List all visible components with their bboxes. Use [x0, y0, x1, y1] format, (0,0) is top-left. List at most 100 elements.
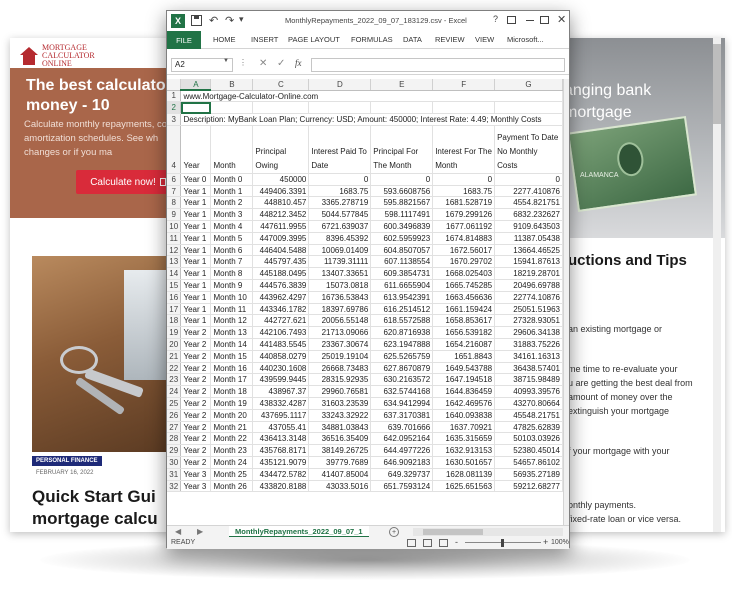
table-cell[interactable]: Year 1 — [180, 314, 212, 328]
table-cell[interactable]: Month 17 — [210, 373, 254, 387]
table-cell[interactable]: Month 12 — [210, 314, 254, 328]
table-cell[interactable]: Month 6 — [210, 244, 254, 257]
table-cell[interactable]: Month 18 — [210, 385, 254, 399]
insert-function-icon[interactable]: fx — [295, 58, 302, 68]
table-cell[interactable]: Year 2 — [180, 350, 212, 363]
table-cell[interactable]: 1647.194518 — [432, 373, 496, 387]
table-cell[interactable]: 50103.03926 — [494, 432, 563, 446]
table-cell[interactable]: 1674.814883 — [432, 232, 496, 245]
table-cell[interactable]: 1651.8843 — [432, 350, 496, 363]
table-cell[interactable]: Year 1 — [180, 244, 212, 257]
page-layout-view-icon[interactable] — [423, 539, 432, 547]
table-cell[interactable]: 440858.0279 — [252, 350, 310, 363]
table-cell[interactable]: 31883.75226 — [494, 338, 563, 351]
table-cell[interactable]: 1665.745285 — [432, 279, 496, 292]
formula-input[interactable] — [311, 58, 565, 72]
table-cell[interactable]: Year 1 — [180, 208, 212, 222]
table-cell[interactable]: 56935.27189 — [494, 468, 563, 481]
table-cell[interactable]: 1644.836459 — [432, 385, 496, 399]
row-header[interactable]: 23 — [167, 373, 182, 387]
table-cell[interactable]: 642.0952164 — [370, 432, 434, 446]
table-cell[interactable]: 9109.643503 — [494, 220, 563, 233]
table-cell[interactable]: Year 2 — [180, 421, 212, 434]
row-header[interactable]: 4 — [167, 125, 182, 174]
table-cell[interactable]: 6832.232627 — [494, 208, 563, 222]
table-cell[interactable]: 39779.7689 — [308, 456, 372, 469]
table-cell[interactable]: 34161.16313 — [494, 350, 563, 363]
row-header[interactable]: 27 — [167, 421, 182, 434]
row-header[interactable]: 24 — [167, 385, 182, 399]
table-cell[interactable]: 47825.62839 — [494, 421, 563, 434]
table-cell[interactable]: 0 — [308, 173, 372, 186]
row-header[interactable]: 17 — [167, 303, 182, 316]
table-cell[interactable]: Year 1 — [180, 196, 212, 210]
table-cell[interactable]: 1649.543788 — [432, 362, 496, 375]
row-header[interactable]: 11 — [167, 232, 182, 245]
table-cell[interactable]: 4554.821751 — [494, 196, 563, 210]
description-cell[interactable]: Description: MyBank Loan Plan; Currency:… — [180, 113, 563, 126]
row-header[interactable]: 19 — [167, 326, 182, 340]
table-cell[interactable]: 445797.435 — [252, 255, 310, 269]
table-cell[interactable]: Month 26 — [210, 480, 254, 493]
table-cell[interactable]: 450000 — [252, 173, 310, 186]
table-cell[interactable]: 13407.33651 — [308, 267, 372, 281]
table-cell[interactable]: 3365.278719 — [308, 196, 372, 210]
table-cell[interactable]: 59212.68277 — [494, 480, 563, 493]
table-cell[interactable]: Year 2 — [180, 432, 212, 446]
add-sheet-icon[interactable]: + — [389, 527, 399, 537]
table-cell[interactable]: 443962.4297 — [252, 291, 310, 304]
tab-view[interactable]: VIEW — [475, 35, 494, 44]
table-cell[interactable]: Month 0 — [210, 173, 254, 186]
table-cell[interactable]: 1640.093838 — [432, 409, 496, 422]
table-cell[interactable]: 15073.0818 — [308, 279, 372, 292]
table-cell[interactable]: Month 24 — [210, 456, 254, 469]
help-button[interactable]: ? — [493, 14, 498, 24]
table-cell[interactable]: 25019.19104 — [308, 350, 372, 363]
table-cell[interactable]: 26668.73483 — [308, 362, 372, 375]
account-name[interactable]: Microsoft... — [507, 35, 544, 44]
table-cell[interactable]: Month 21 — [210, 421, 254, 434]
zoom-slider-thumb[interactable] — [501, 539, 504, 547]
category-badge[interactable]: PERSONAL FINANCE — [32, 456, 102, 466]
table-cell[interactable]: 0 — [432, 173, 496, 186]
table-cell[interactable]: Year 2 — [180, 373, 212, 387]
worksheet-grid[interactable]: A B C D E F G 1 www.Mortgage-Calculator-… — [167, 79, 563, 525]
table-cell[interactable]: 607.1138554 — [370, 255, 434, 269]
table-cell[interactable]: 1630.501657 — [432, 456, 496, 469]
table-cell[interactable]: Year 1 — [180, 185, 212, 198]
table-cell[interactable]: Year 1 — [180, 303, 212, 316]
table-cell[interactable]: 10069.01409 — [308, 244, 372, 257]
table-cell[interactable]: 2277.410876 — [494, 185, 563, 198]
tab-home[interactable]: HOME — [213, 35, 236, 44]
close-button[interactable]: ✕ — [557, 13, 566, 26]
table-cell[interactable]: 8396.45392 — [308, 232, 372, 245]
table-cell[interactable]: 618.5572588 — [370, 314, 434, 328]
page-break-view-icon[interactable] — [439, 539, 448, 547]
table-cell[interactable]: 646.9092183 — [370, 456, 434, 469]
row-header[interactable]: 31 — [167, 468, 182, 481]
table-cell[interactable]: 28315.92935 — [308, 373, 372, 387]
table-cell[interactable]: 644.4977226 — [370, 444, 434, 458]
table-cell[interactable]: 1632.913153 — [432, 444, 496, 458]
column-header-b[interactable]: B — [210, 79, 254, 91]
table-cell[interactable]: 31603.23539 — [308, 397, 372, 410]
table-cell[interactable]: 36516.35409 — [308, 432, 372, 446]
ribbon-display-options-icon[interactable] — [507, 16, 516, 24]
post-title[interactable]: Quick Start Gui mortgage calcu — [32, 486, 180, 530]
table-cell[interactable]: Year 1 — [180, 255, 212, 269]
table-cell[interactable]: 43270.80664 — [494, 397, 563, 410]
row-header[interactable]: 6 — [167, 173, 182, 186]
row-header[interactable]: 14 — [167, 267, 182, 281]
table-cell[interactable]: 38715.98489 — [494, 373, 563, 387]
row-header[interactable]: 15 — [167, 279, 182, 292]
sheet-next-icon[interactable]: ▶ — [197, 527, 203, 536]
table-cell[interactable]: Year 1 — [180, 220, 212, 233]
tab-formulas[interactable]: FORMULAS — [351, 35, 393, 44]
table-cell[interactable]: 627.8670879 — [370, 362, 434, 375]
table-cell[interactable]: 5044.577845 — [308, 208, 372, 222]
table-cell[interactable]: 449406.3391 — [252, 185, 310, 198]
table-cell[interactable]: 620.8716938 — [370, 326, 434, 340]
table-cell[interactable]: 447611.9955 — [252, 220, 310, 233]
table-cell[interactable]: Month 10 — [210, 291, 254, 304]
table-cell[interactable]: 1656.539182 — [432, 326, 496, 340]
